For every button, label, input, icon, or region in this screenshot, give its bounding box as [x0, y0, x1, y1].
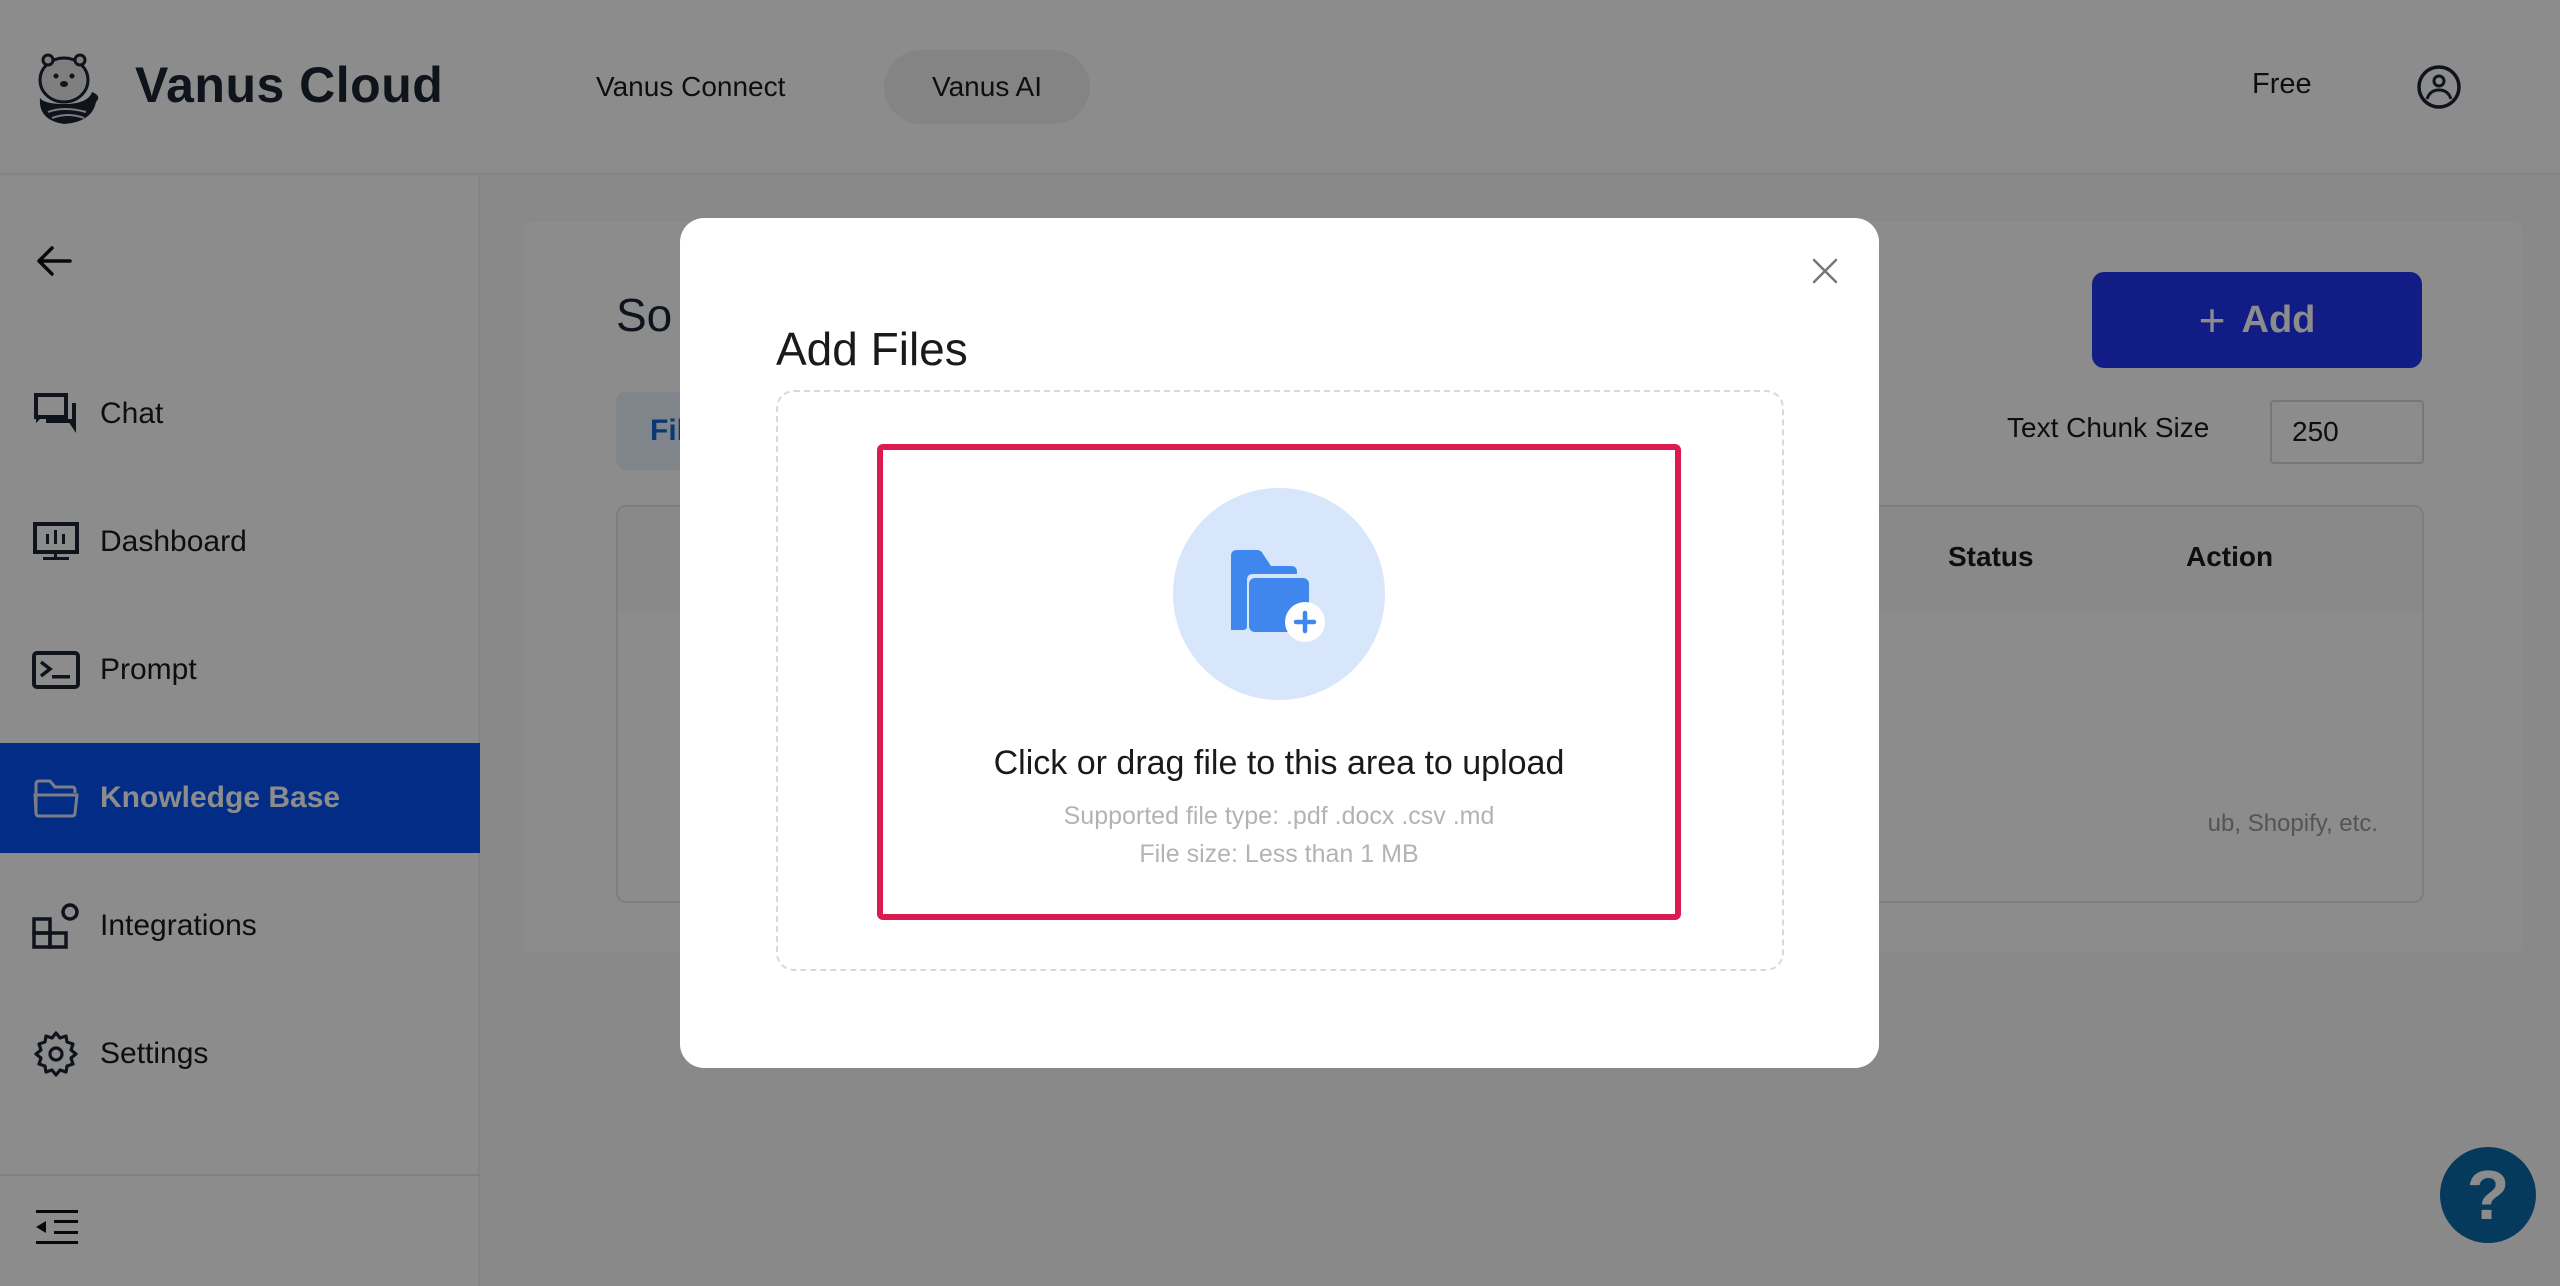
upload-instruction: Click or drag file to this area to uploa…	[993, 744, 1565, 782]
modal-title: Add Files	[776, 323, 968, 375]
add-files-modal: Add Files Click or drag file to this are…	[680, 218, 1879, 1068]
close-icon[interactable]	[1808, 254, 1842, 288]
upload-icon-circle[interactable]	[1173, 488, 1385, 700]
folder-add-icon	[1231, 550, 1325, 642]
file-size-limit: File size: Less than 1 MB	[1139, 840, 1419, 868]
supported-file-types: Supported file type: .pdf .docx .csv .md	[1063, 802, 1495, 830]
